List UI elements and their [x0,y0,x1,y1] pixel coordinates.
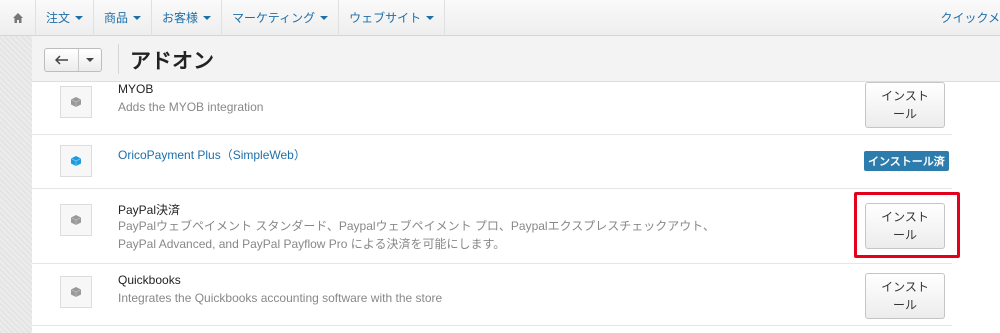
back-dropdown-button[interactable] [79,49,101,71]
addons-panel: アドオン MYOB Adds the MYOB integration インスト… [32,36,1000,333]
addon-description-line1: PayPalウェブペイメント スタンダード、Paypalウェブペイメント プロ、… [118,219,715,233]
cube-blue-icon [60,145,92,177]
page-title: アドオン [130,50,214,73]
nav-orders-label: 注文 [46,11,71,25]
addon-name: MYOB [118,82,154,96]
install-button[interactable]: インスト ール [865,82,945,128]
addon-name-link[interactable]: OricoPayment Plus（SimpleWeb） [118,146,306,163]
home-icon[interactable] [0,0,36,36]
back-arrow-icon [54,55,68,65]
chevron-down-icon [75,15,84,20]
nav-products-label: 商品 [104,11,129,25]
nav-marketing[interactable]: マーケティング [222,0,340,36]
cube-gray-icon [60,204,92,236]
addon-description: Integrates the Quickbooks accounting sof… [118,291,443,305]
back-button[interactable] [45,49,79,71]
cube-gray-icon [60,86,92,118]
nav-orders[interactable]: 注文 [36,0,95,36]
nav-website-label: ウェブサイト [349,11,422,25]
addon-row-myob: MYOB Adds the MYOB integration インスト ール [32,82,952,135]
nav-customers-label: お客様 [162,11,199,25]
highlight-box [854,192,960,258]
addon-name: Quickbooks [118,273,181,287]
addon-row-quickbooks: Quickbooks Integrates the Quickbooks acc… [32,264,952,326]
title-divider [118,44,119,74]
chevron-down-icon [86,58,94,62]
installed-badge: インストール済 [864,151,949,171]
chevron-down-icon [203,15,212,20]
addon-description-line2: PayPal Advanced, and PayPal Payflow Pro … [118,237,506,251]
nav-products[interactable]: 商品 [94,0,153,36]
nav-customers[interactable]: お客様 [152,0,223,36]
addon-row-oricopayment: OricoPayment Plus（SimpleWeb） [32,135,952,189]
back-button-group [44,48,102,72]
chevron-down-icon [320,15,329,20]
addon-row-paypal: PayPal決済 PayPalウェブペイメント スタンダード、Paypalウェブ… [32,189,952,264]
chevron-down-icon [426,15,435,20]
title-bar: アドオン [32,36,1000,82]
addon-name: PayPal決済 [118,203,181,217]
addon-description: Adds the MYOB integration [118,100,264,114]
page-gutter [0,0,32,333]
top-navigation: 注文 商品 お客様 マーケティング ウェブサイト クイックメ [0,0,1000,36]
chevron-down-icon [133,15,142,20]
quick-menu-link[interactable]: クイックメ [940,0,1000,36]
install-button[interactable]: インスト ール [865,273,945,319]
nav-website[interactable]: ウェブサイト [339,0,446,36]
cube-gray-icon [60,276,92,308]
nav-marketing-label: マーケティング [232,11,316,25]
